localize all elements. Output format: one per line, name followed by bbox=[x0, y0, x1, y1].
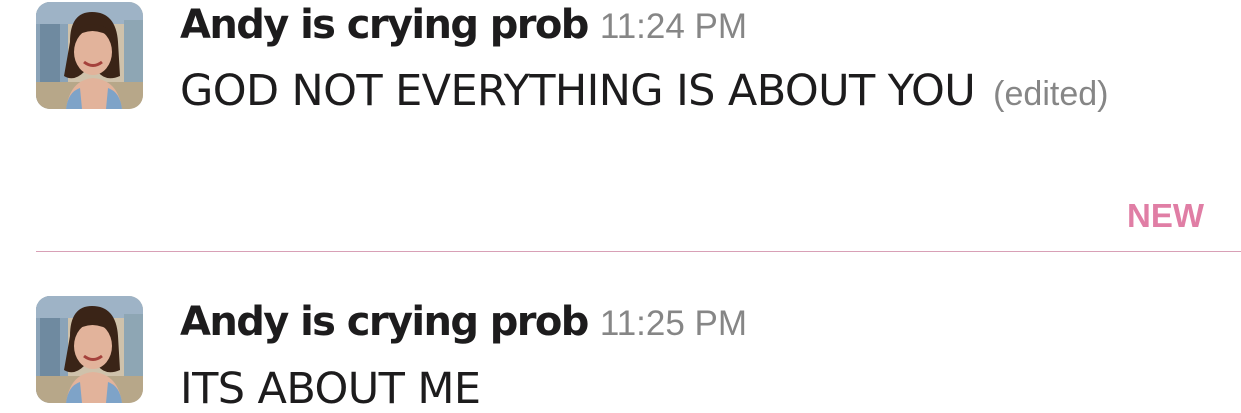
message-item[interactable]: Andy is crying prob 11:25 PM ITS ABOUT ME bbox=[0, 296, 1241, 413]
divider-line bbox=[36, 251, 1241, 252]
message-item[interactable]: Andy is crying prob 11:24 PM GOD NOT EVER… bbox=[0, 0, 1241, 130]
message-header: Andy is crying prob 11:24 PM bbox=[180, 5, 747, 45]
sender-name[interactable]: Andy is crying prob bbox=[180, 2, 589, 48]
sender-name[interactable]: Andy is crying prob bbox=[180, 299, 589, 345]
user-avatar[interactable] bbox=[36, 296, 143, 403]
message-header: Andy is crying prob 11:25 PM bbox=[180, 302, 747, 342]
message-text: GOD NOT EVERYTHING IS ABOUT YOU (edited) bbox=[180, 70, 1108, 113]
user-photo-avatar-icon bbox=[36, 296, 143, 403]
user-photo-avatar-icon bbox=[36, 2, 143, 109]
new-label: NEW bbox=[1127, 197, 1204, 234]
edited-label: (edited) bbox=[993, 75, 1109, 113]
user-avatar[interactable] bbox=[36, 2, 143, 109]
new-messages-divider: NEW bbox=[0, 190, 1241, 260]
message-timestamp[interactable]: 11:24 PM bbox=[600, 7, 747, 46]
message-timestamp[interactable]: 11:25 PM bbox=[600, 304, 747, 343]
message-body: GOD NOT EVERYTHING IS ABOUT YOU bbox=[180, 66, 976, 116]
message-text: ITS ABOUT ME bbox=[180, 368, 481, 411]
message-body: ITS ABOUT ME bbox=[180, 364, 481, 413]
